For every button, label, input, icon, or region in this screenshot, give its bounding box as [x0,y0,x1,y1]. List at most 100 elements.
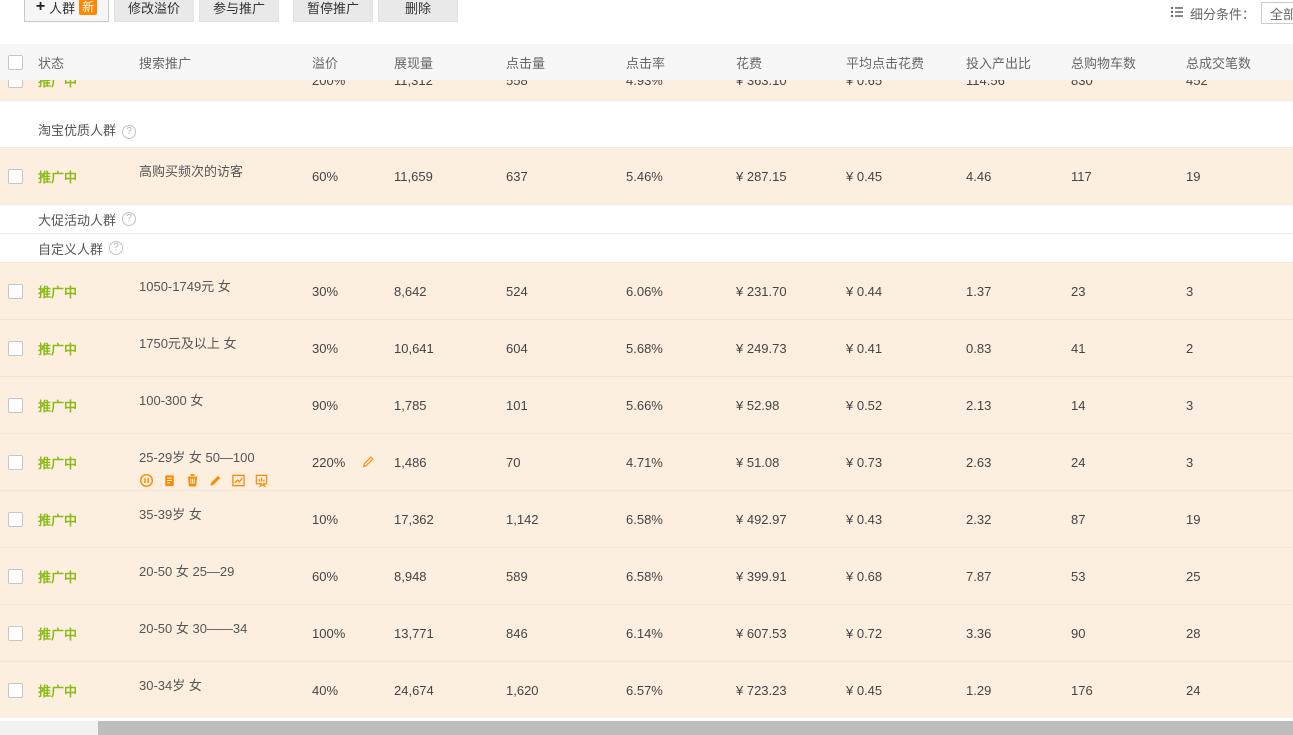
audience-name: 20-50 女 25—29 [139,561,300,580]
clicks-cell: 558 [494,80,614,88]
cost-cell-value: ¥ 287.15 [736,169,787,184]
audience-name-cell: 高购买频次的访客 [127,148,300,180]
pause-icon[interactable] [139,473,154,491]
pencil-icon[interactable] [208,473,223,491]
impressions-cell: 13,771 [382,626,494,641]
trend-chart-icon[interactable] [231,473,246,491]
total-carts-cell-value: 53 [1071,569,1085,584]
impressions-cell: 1,785 [382,398,494,413]
audience-name-cell: 20-50 女 25—29 [127,548,300,580]
clicks-cell-value: 558 [506,80,528,88]
status-text: 推广中 [38,342,77,357]
row-checkbox[interactable] [8,284,23,299]
select-all-checkbox[interactable] [8,55,23,70]
total-orders-cell-value: 24 [1186,683,1200,698]
premium-cell: 30% [300,341,382,356]
row-checkbox[interactable] [8,341,23,356]
help-icon[interactable]: ? [122,125,136,139]
total-carts-cell-value: 830 [1071,80,1093,88]
row-status: 推广中 [30,80,127,90]
impressions-cell-value: 11,312 [394,80,433,88]
roi-cell: 0.83 [954,341,1059,356]
row-checkbox[interactable] [8,569,23,584]
group-label: 大促活动人群 [38,210,116,229]
audience-row: 推广中20-50 女 30——34100%13,7718466.14%¥ 607… [0,604,1293,661]
audience-name: 30-34岁 女 [139,675,300,694]
impressions-cell-value: 8,948 [394,569,427,584]
cost-cell: ¥ 51.08 [724,455,834,470]
row-checkbox[interactable] [8,512,23,527]
audience-row: 推广中100-300 女90%1,7851015.66%¥ 52.98¥ 0.5… [0,376,1293,433]
clicks-cell: 1,142 [494,512,614,527]
avg-cpc-cell: ¥ 0.44 [834,284,954,299]
filter-label: 细分条件： [1190,4,1255,23]
audience-row: 推广中1050-1749元 女30%8,6425246.06%¥ 231.70¥… [0,262,1293,319]
row-checkbox[interactable] [8,626,23,641]
avg-cpc-cell-value: ¥ 0.41 [846,341,882,356]
add-audience-label: 人群 [49,0,75,17]
clipped-row-wrapper: 推广中200%11,3125584.93%¥ 363.10¥ 0.65114.5… [0,80,1293,100]
edit-premium-icon[interactable] [361,454,376,472]
clicks-cell-value: 524 [506,284,528,299]
ctr-cell-value: 6.06% [626,284,663,299]
ctr-cell: 6.58% [614,569,724,584]
roi-cell: 3.36 [954,626,1059,641]
premium-cell: 30% [300,284,382,299]
clicks-cell-value: 589 [506,569,528,584]
plus-icon: + [36,0,45,15]
total-carts-cell: 176 [1059,683,1174,698]
total-orders-cell: 3 [1174,398,1293,413]
impressions-cell-value: 24,674 [394,683,434,698]
row-status: 推广中 [30,453,127,472]
ctr-cell: 6.58% [614,512,724,527]
trash-icon[interactable] [185,473,200,491]
row-checkbox[interactable] [8,455,23,470]
total-orders-cell: 19 [1174,169,1293,184]
row-checkbox[interactable] [8,398,23,413]
row-checkbox[interactable] [8,80,23,88]
status-text: 推广中 [38,456,77,471]
cost-cell-value: ¥ 723.23 [736,683,787,698]
roi-cell: 2.32 [954,512,1059,527]
row-status: 推广中 [30,624,127,643]
avg-cpc-cell: ¥ 0.68 [834,569,954,584]
help-icon[interactable]: ? [122,212,136,226]
row-checkbox-cell [0,341,30,356]
audience-row: 推广中30-34岁 女40%24,6741,6206.57%¥ 723.23¥ … [0,661,1293,718]
join-promotion-button[interactable]: 参与推广 [199,0,279,22]
modify-premium-button[interactable]: 修改溢价 [114,0,194,22]
row-checkbox[interactable] [8,169,23,184]
total-carts-cell: 41 [1059,341,1174,356]
report-chart-icon[interactable] [254,473,269,491]
segment-filter-select[interactable]: 全部 [1261,2,1293,24]
premium-cell: 60% [300,569,382,584]
col-search-promotion: 搜索推广 [127,53,300,72]
roi-cell-value: 0.83 [966,341,991,356]
audience-name: 高购买频次的访客 [139,161,300,180]
col-ctr: 点击率 [614,53,724,72]
avg-cpc-cell: ¥ 0.41 [834,341,954,356]
col-total-orders: 总成交笔数 [1174,53,1293,72]
total-orders-cell: 2 [1174,341,1293,356]
row-status: 推广中 [30,567,127,586]
delete-button[interactable]: 删除 [378,0,458,22]
horizontal-scrollbar-thumb[interactable] [98,721,1293,735]
total-orders-cell: 452 [1174,80,1293,88]
status-text: 推广中 [38,285,77,300]
total-orders-cell-value: 452 [1186,80,1208,88]
ctr-cell-value: 5.66% [626,398,663,413]
journal-icon[interactable] [162,473,177,491]
ctr-cell: 5.46% [614,169,724,184]
row-checkbox[interactable] [8,683,23,698]
audience-group-header: 淘宝优质人群? [0,100,1293,147]
total-orders-cell: 19 [1174,512,1293,527]
help-icon[interactable]: ? [109,241,123,255]
premium-value: 10% [312,512,338,527]
avg-cpc-cell: ¥ 0.45 [834,169,954,184]
pause-promotion-button[interactable]: 暂停推广 [293,0,373,22]
add-audience-button[interactable]: + 人群 新 [24,0,109,22]
roi-cell-value: 2.13 [966,398,991,413]
roi-cell-value: 7.87 [966,569,991,584]
new-badge: 新 [79,0,97,15]
ctr-cell: 6.57% [614,683,724,698]
